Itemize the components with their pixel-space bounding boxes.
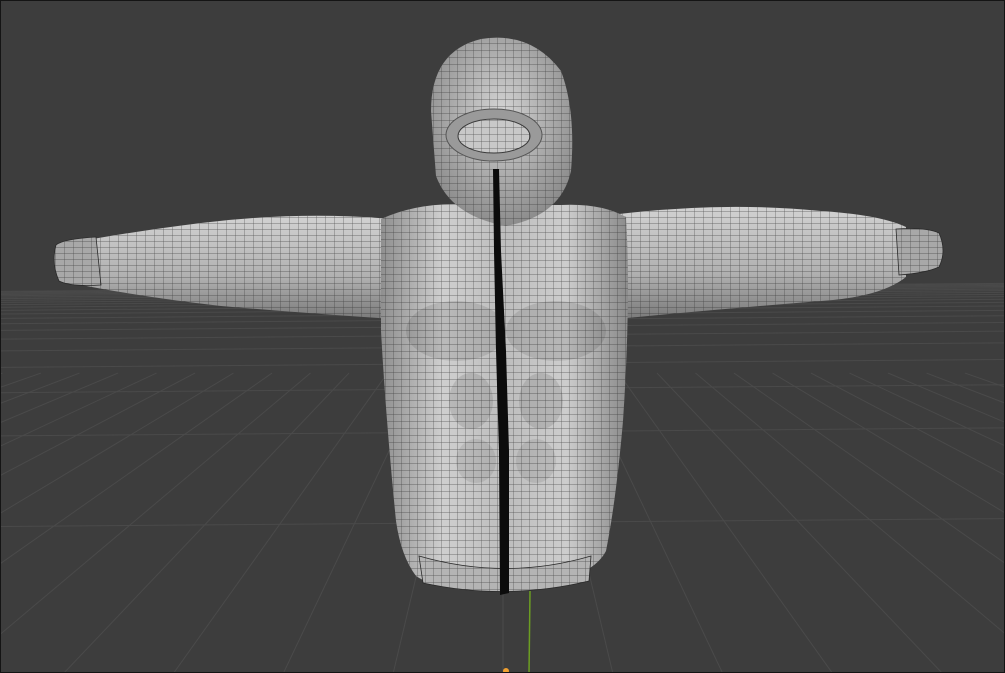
grid-line <box>1 372 80 404</box>
grid-line <box>1 372 196 476</box>
viewport-canvas[interactable] <box>1 1 1005 673</box>
grid-line <box>1 372 273 564</box>
grid-line <box>1 372 3 375</box>
grid-line <box>810 372 1004 476</box>
grid-line <box>1 372 311 635</box>
grid-line <box>1 372 234 514</box>
grid-line <box>618 372 833 672</box>
origin-point <box>503 668 509 672</box>
grid-line <box>695 372 1004 634</box>
grid-line <box>772 372 1004 513</box>
grid-line <box>926 372 1004 404</box>
hoodie-mesh[interactable] <box>53 37 944 595</box>
3d-viewport[interactable] <box>0 0 1005 673</box>
grid-line <box>1 372 157 447</box>
right-sleeve <box>611 206 944 319</box>
grid-line <box>173 372 388 672</box>
hood <box>431 37 573 226</box>
grid-line <box>849 372 1004 446</box>
grid-line <box>733 372 1004 564</box>
y-axis-line <box>528 590 531 672</box>
